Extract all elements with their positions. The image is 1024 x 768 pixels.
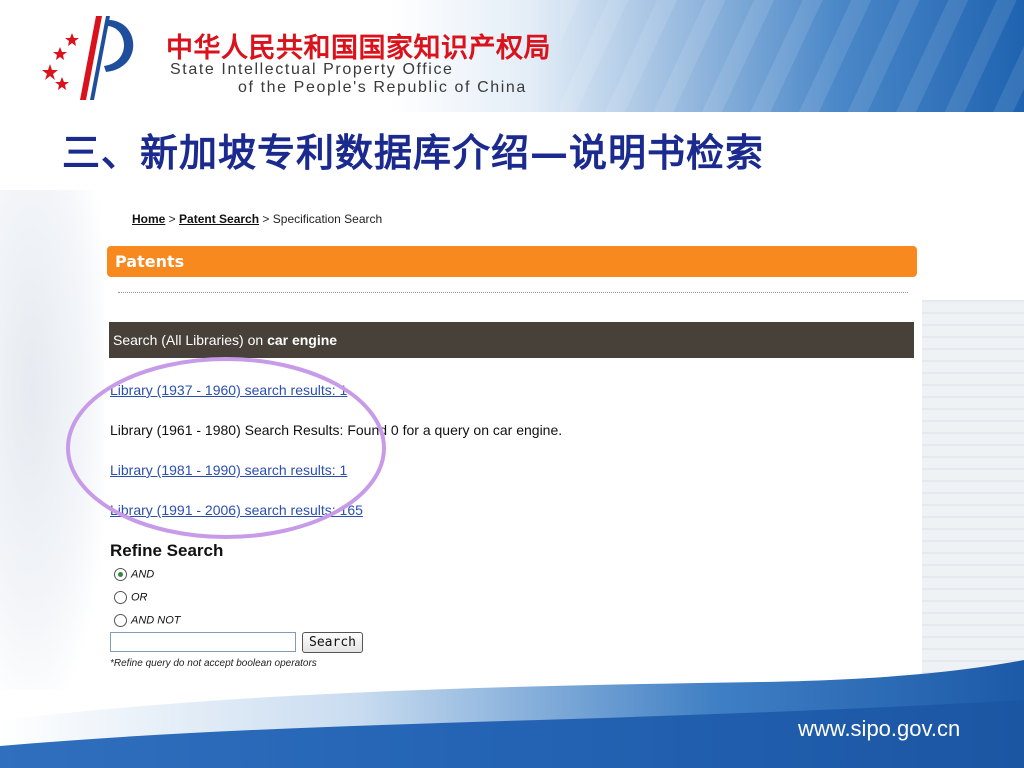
embedded-webpage: Home > Patent Search > Specification Sea… (104, 196, 922, 684)
radio-label-and: AND (131, 568, 155, 581)
library-1981-1990-result-link[interactable]: Library (1981 - 1990) search results: 1 (110, 462, 347, 478)
radio-checked-icon[interactable] (114, 568, 127, 581)
radio-label-or: OR (131, 591, 148, 604)
refine-radio-and[interactable]: AND (114, 568, 154, 581)
results-header-prefix: Search (All Libraries) on (113, 332, 268, 348)
refine-radio-and-not[interactable]: AND NOT (114, 614, 181, 627)
organization-name-english-line1: State Intellectual Property Office (170, 61, 454, 78)
breadcrumb-home-link[interactable]: Home (132, 212, 165, 226)
breadcrumb: Home > Patent Search > Specification Sea… (132, 212, 382, 226)
search-results-header: Search (All Libraries) on car engine (109, 322, 914, 358)
radio-unchecked-icon[interactable] (114, 591, 127, 604)
refine-search-title: Refine Search (110, 541, 224, 560)
organization-name-chinese: 中华人民共和国国家知识产权局 (166, 33, 551, 64)
footer-wave (0, 660, 1024, 768)
results-header-query: car engine (267, 332, 338, 348)
breadcrumb-separator: > (165, 212, 180, 226)
refine-search-input[interactable] (110, 632, 296, 652)
background-building-decoration (922, 300, 1024, 720)
refine-search-button[interactable]: Search (302, 632, 363, 653)
footer-website-url: www.sipo.gov.cn (798, 716, 961, 741)
breadcrumb-patent-search-link[interactable]: Patent Search (179, 212, 259, 226)
breadcrumb-current: Specification Search (272, 212, 383, 226)
patents-section-title: Patents (115, 252, 185, 271)
sipo-logo (42, 16, 134, 100)
radio-label-and-not: AND NOT (131, 614, 181, 627)
library-1937-1960-result-link[interactable]: Library (1937 - 1960) search results: 1 (110, 382, 347, 398)
radio-unchecked-icon[interactable] (114, 614, 127, 627)
slide-title: 三、新加坡专利数据库介绍—说明书检索 (62, 130, 765, 175)
library-1991-2006-result-link[interactable]: Library (1991 - 2006) search results: 16… (110, 502, 363, 518)
refine-radio-or[interactable]: OR (114, 591, 148, 604)
patents-section-header: Patents (107, 246, 917, 277)
dotted-divider (118, 292, 908, 293)
background-map-decoration (0, 190, 104, 690)
organization-name-english-line2: of the People's Republic of China (238, 79, 527, 96)
library-1961-1980-result-text: Library (1961 - 1980) Search Results: Fo… (110, 422, 563, 438)
breadcrumb-separator: > (259, 212, 273, 226)
